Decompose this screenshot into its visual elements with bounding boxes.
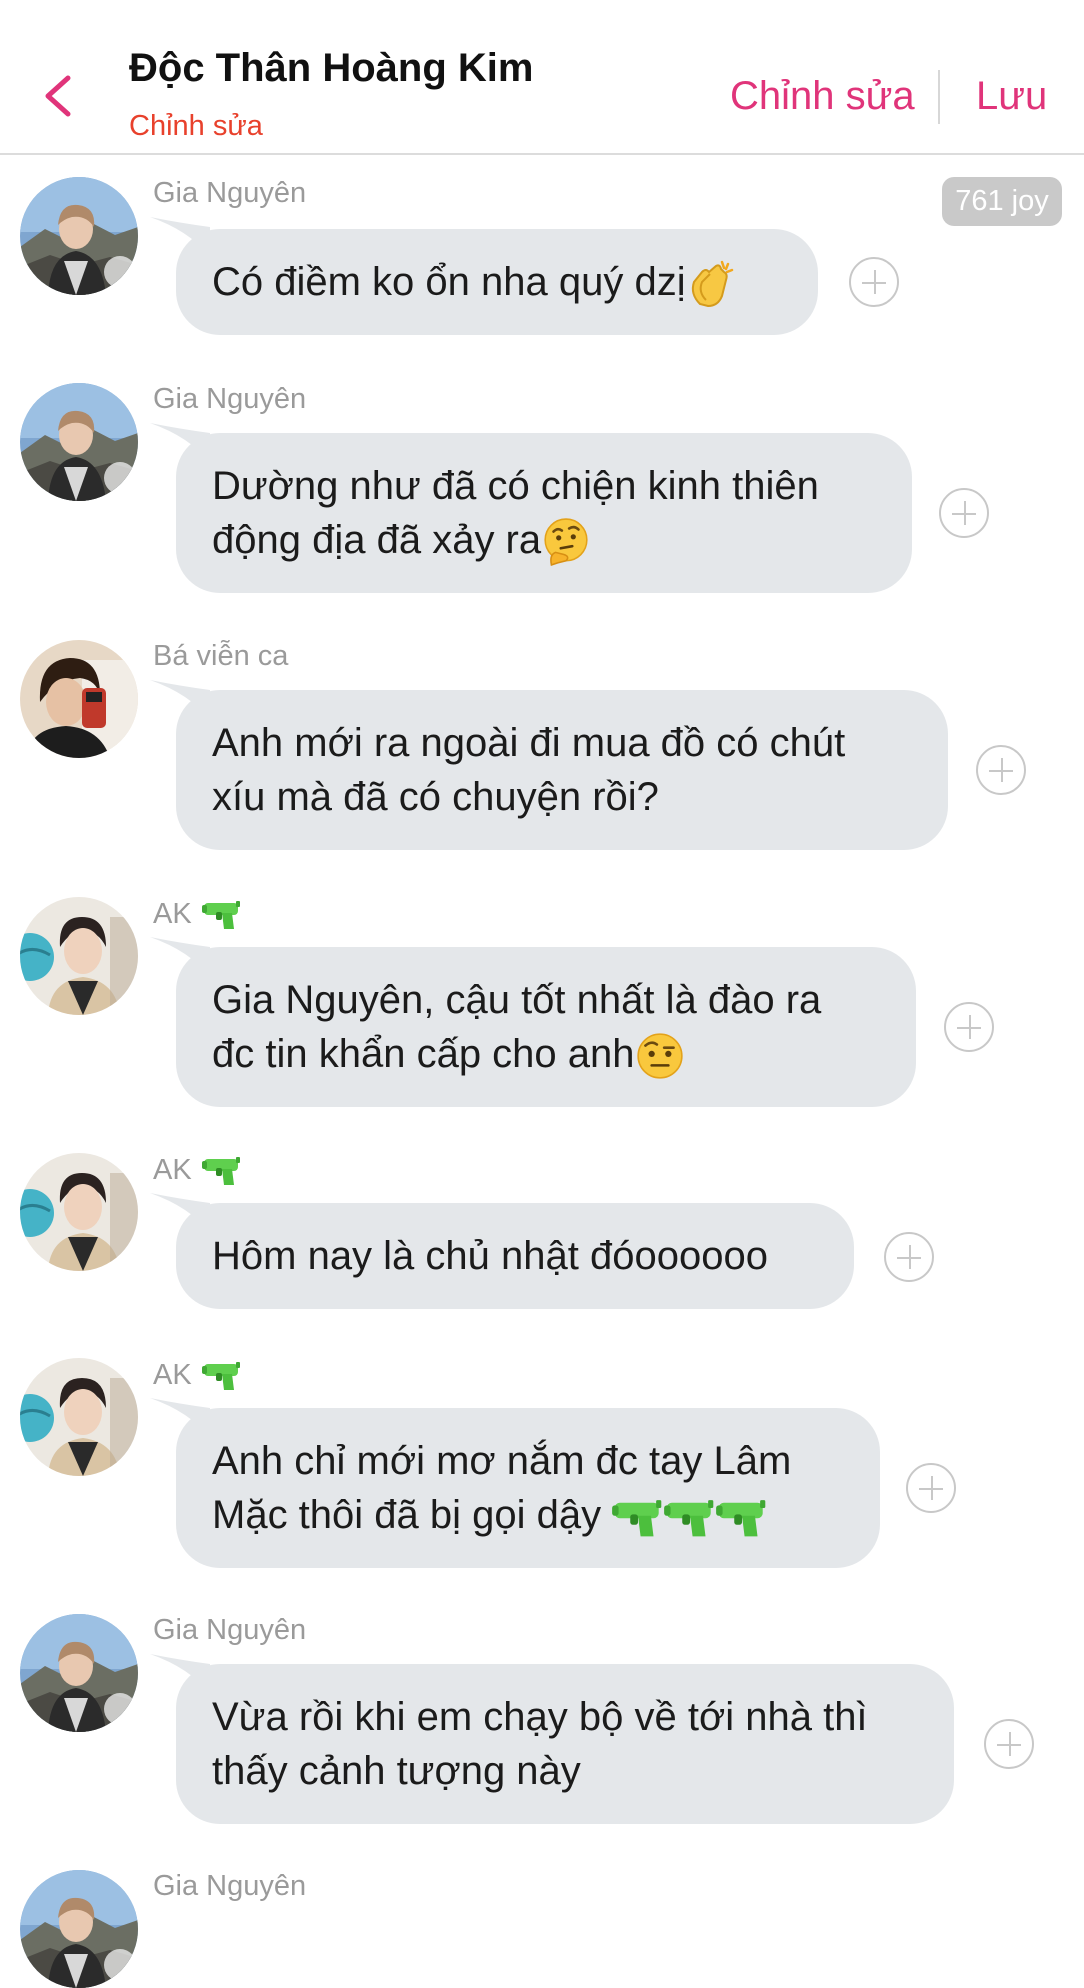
edit-button[interactable]: Chỉnh sửa: [730, 74, 915, 119]
save-button[interactable]: Lưu: [976, 74, 1047, 119]
message-bubble[interactable]: Anh chỉ mới mơ nắm đc tay Lâm Mặc thôi đ…: [176, 1408, 880, 1568]
message-text-line: động địa đã xảy ra: [212, 518, 542, 562]
add-reaction-icon[interactable]: [939, 488, 989, 538]
sender-name: Gia Nguyên: [153, 1614, 306, 1647]
chat-subtitle-edit-link[interactable]: Chỉnh sửa: [129, 110, 263, 143]
message-bubble[interactable]: Vừa rồi khi em chạy bộ về tới nhà thì th…: [176, 1664, 954, 1824]
message-bubble[interactable]: Gia Nguyên, cậu tốt nhất là đào ra đc ti…: [176, 947, 916, 1107]
sender-name: AK: [153, 1153, 242, 1187]
message-text-line: Anh mới ra ngoài đi mua đồ có chút: [212, 721, 846, 765]
sender-name: Gia Nguyên: [153, 177, 306, 210]
avatar[interactable]: [20, 383, 138, 501]
avatar[interactable]: [20, 1358, 138, 1476]
sender-name-text: Bá viễn ca: [153, 640, 289, 672]
message-text-line: Gia Nguyên, cậu tốt nhất là đào ra: [212, 978, 822, 1022]
water-pistol-icon: [202, 1358, 242, 1392]
sender-name-text: Gia Nguyên: [153, 383, 307, 415]
water-pistol-icon: [202, 1153, 242, 1187]
clapping-hands-icon: [686, 260, 734, 308]
raised-eyebrow-face-icon: [635, 1031, 685, 1081]
message-text-line: Dường như đã có chiện kinh thiên: [212, 464, 819, 508]
message-bubble[interactable]: Có điềm ko ổn nha quý dzị: [176, 229, 818, 335]
sender-name-text: AK: [153, 1358, 192, 1391]
add-reaction-icon[interactable]: [849, 257, 899, 307]
message-bubble[interactable]: Dường như đã có chiện kinh thiên động đị…: [176, 433, 912, 593]
water-pistol-icon: [716, 1495, 768, 1539]
message-bubble[interactable]: Hôm nay là chủ nhật đóoooooo: [176, 1203, 854, 1309]
sender-name: Gia Nguyên: [153, 383, 306, 416]
sender-name-text: AK: [153, 1153, 192, 1186]
avatar[interactable]: [20, 1153, 138, 1271]
avatar[interactable]: [20, 1614, 138, 1732]
add-reaction-icon[interactable]: [884, 1232, 934, 1282]
back-chevron-icon[interactable]: [38, 72, 78, 120]
message-text-line: Anh chỉ mới mơ nắm đc tay Lâm: [212, 1439, 792, 1483]
message-text-line: Vừa rồi khi em chạy bộ về tới nhà thì: [212, 1695, 868, 1739]
joy-count-badge: 761 joy: [942, 177, 1062, 226]
sender-name-text: Gia Nguyên: [153, 177, 307, 209]
chat-title: Độc Thân Hoàng Kim: [129, 46, 534, 90]
sender-name: AK: [153, 897, 242, 931]
water-pistol-icon: [664, 1495, 716, 1539]
message-text: Hôm nay là chủ nhật đóoooooo: [212, 1234, 768, 1278]
message-text-line: thấy cảnh tượng này: [212, 1749, 581, 1793]
avatar[interactable]: [20, 640, 138, 758]
add-reaction-icon[interactable]: [944, 1002, 994, 1052]
sender-name-text: Gia Nguyên: [153, 1870, 307, 1902]
avatar[interactable]: [20, 1870, 138, 1988]
message-text-line: đc tin khẩn cấp cho anh: [212, 1032, 635, 1076]
add-reaction-icon[interactable]: [984, 1719, 1034, 1769]
sender-name-text: Gia Nguyên: [153, 1614, 307, 1646]
add-reaction-icon[interactable]: [906, 1463, 956, 1513]
sender-name: Bá viễn ca: [153, 640, 288, 673]
water-pistol-icon: [612, 1495, 664, 1539]
sender-name: Gia Nguyên: [153, 1870, 306, 1903]
sender-name: AK: [153, 1358, 242, 1392]
header-divider: [938, 70, 940, 124]
avatar[interactable]: [20, 897, 138, 1015]
message-text-line: xíu mà đã có chuyện rồi?: [212, 775, 659, 819]
thinking-face-icon: [541, 517, 591, 567]
sender-name-text: AK: [153, 897, 192, 930]
message-text: Có điềm ko ổn nha quý dzị: [212, 260, 686, 304]
avatar[interactable]: [20, 177, 138, 295]
water-pistol-icon: [202, 897, 242, 931]
message-text-line: Mặc thôi đã bị gọi dậy: [212, 1493, 613, 1537]
add-reaction-icon[interactable]: [976, 745, 1026, 795]
message-bubble[interactable]: Anh mới ra ngoài đi mua đồ có chút xíu m…: [176, 690, 948, 850]
chat-header: Độc Thân Hoàng Kim Chỉnh sửa Chỉnh sửa L…: [0, 0, 1084, 155]
